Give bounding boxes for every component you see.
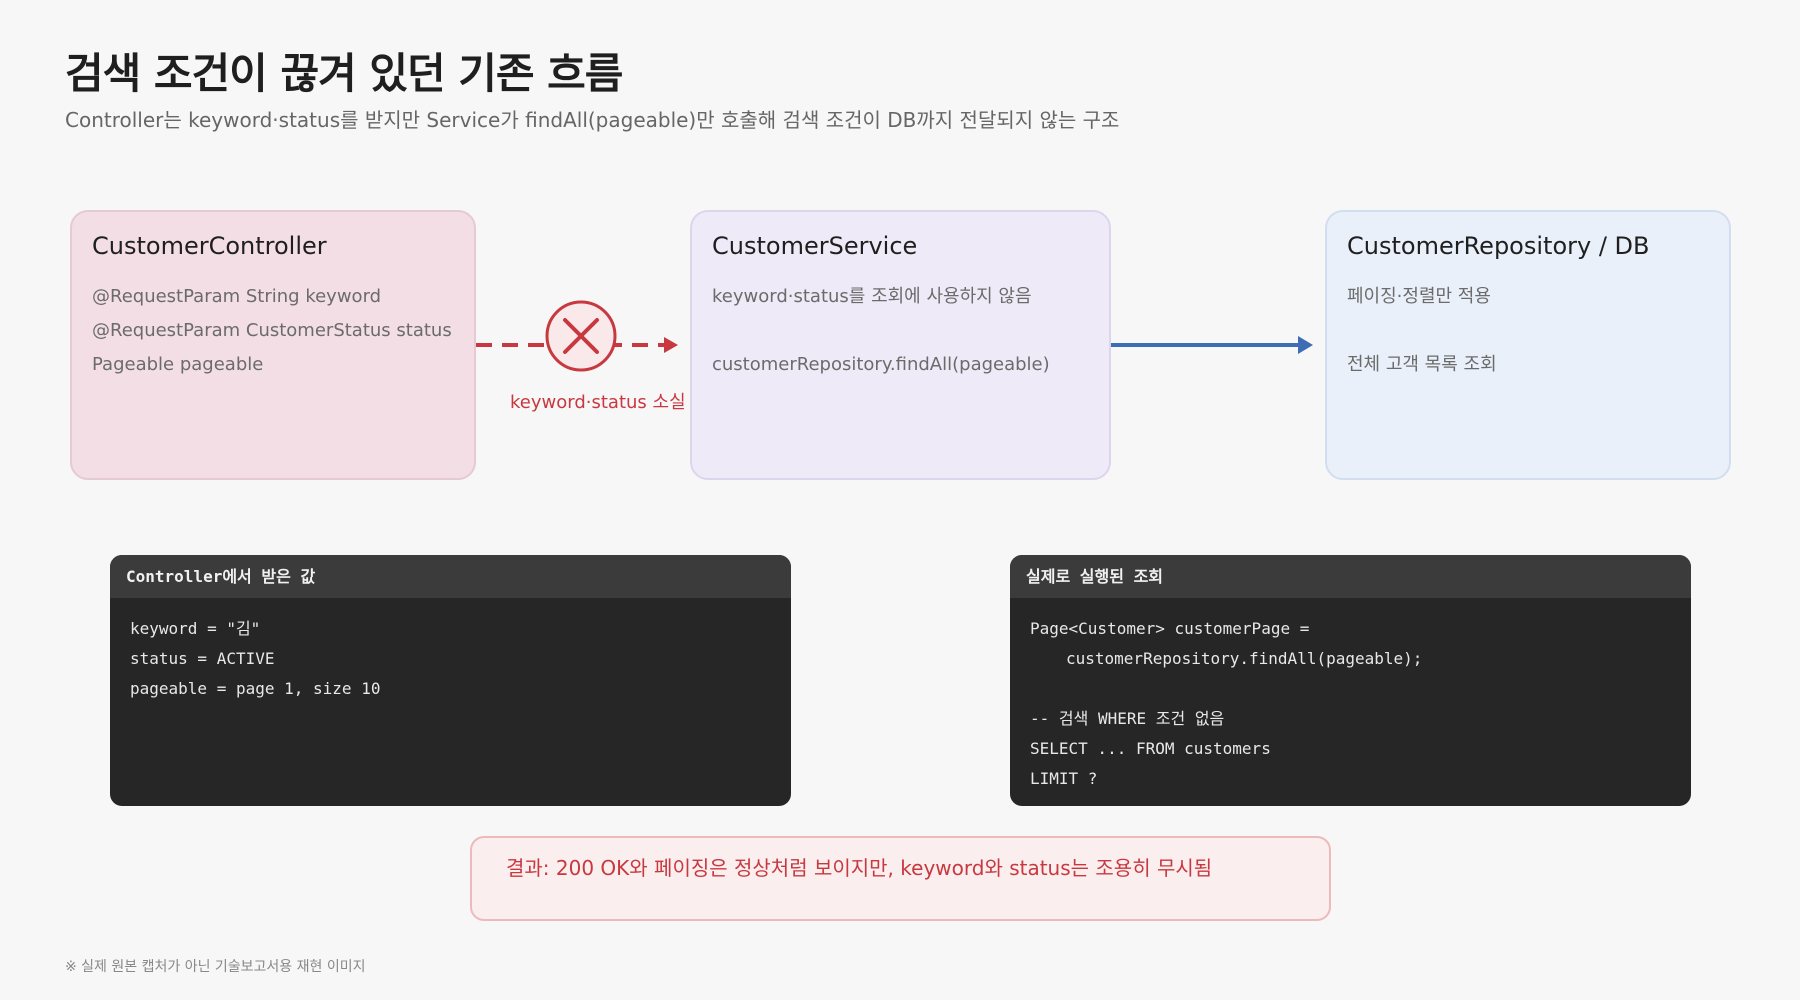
service-note: keyword·status를 조회에 사용하지 않음 [712,286,1032,307]
repository-note: 페이징·정렬만 적용 [1347,286,1491,307]
received-values-panel: Controller에서 받은 값 keyword = "김" status =… [110,555,791,806]
repository-box: CustomerRepository / DB 페이징·정렬만 적용 전체 고객… [1325,210,1731,480]
code-line-findall: customerRepository.findAll(pageable); [1066,649,1423,668]
diagram-canvas: 검색 조건이 끊겨 있던 기존 흐름 Controller는 keyword·s… [0,0,1800,1000]
lost-label: keyword·status 소실 [510,392,686,413]
controller-param-status: @RequestParam CustomerStatus status [92,320,452,341]
code-line-pageable: pageable = page 1, size 10 [130,679,381,698]
controller-param-keyword: @RequestParam String keyword [92,286,382,307]
code-line-comment: -- 검색 WHERE 조건 없음 [1030,709,1225,728]
code-line-page-decl: Page<Customer> customerPage = [1030,619,1310,638]
service-call: customerRepository.findAll(pageable) [712,354,1050,375]
code-line-keyword: keyword = "김" [130,619,261,638]
service-box: CustomerService keyword·status를 조회에 사용하지… [690,210,1111,480]
code-line-status: status = ACTIVE [130,649,275,668]
executed-query-header: 실제로 실행된 조회 [1010,555,1691,598]
controller-box: CustomerController @RequestParam String … [70,210,476,480]
repository-title: CustomerRepository / DB [1347,232,1650,260]
repository-flow-arrowhead [1298,336,1313,354]
footnote: ※ 실제 원본 캡처가 아닌 기술보고서용 재현 이미지 [65,959,366,975]
controller-param-pageable: Pageable pageable [92,354,264,375]
received-values-header: Controller에서 받은 값 [110,555,791,598]
code-line-select: SELECT ... FROM customers [1030,739,1271,758]
executed-query-panel: 실제로 실행된 조회 Page<Customer> customerPage =… [1010,555,1691,806]
service-title: CustomerService [712,232,918,260]
result-callout: 결과: 200 OK와 페이징은 정상처럼 보이지만, keyword와 sta… [470,836,1331,921]
controller-title: CustomerController [92,232,327,260]
repository-query: 전체 고객 목록 조회 [1347,354,1497,375]
code-line-limit: LIMIT ? [1030,769,1098,788]
lost-flow-arrowhead [664,337,678,353]
